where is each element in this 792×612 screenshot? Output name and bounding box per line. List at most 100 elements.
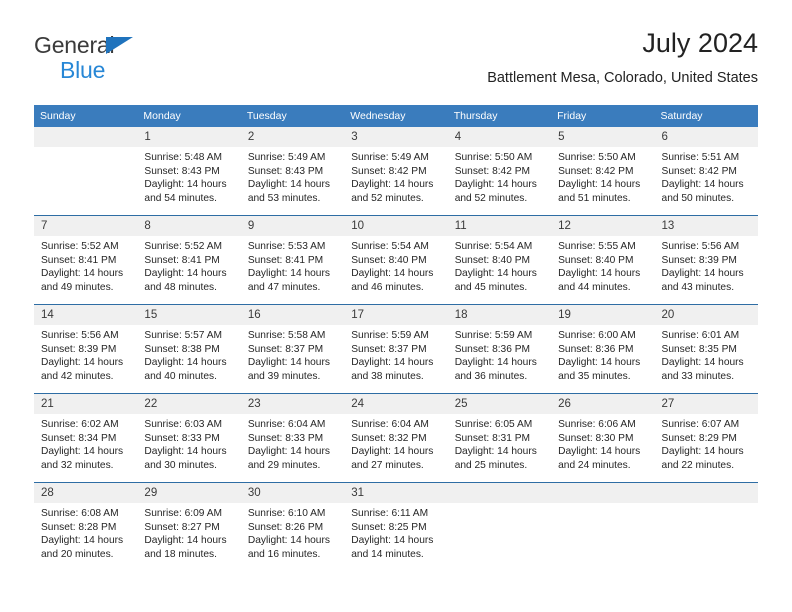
day-number: 24 [344, 394, 448, 414]
day-details: Sunrise: 6:07 AM Sunset: 8:29 PM Daylight:… [655, 414, 758, 472]
day-cell-26[interactable]: 26 Sunrise: 6:06 AM Sunset: 8:30 PM Dayligh… [551, 393, 655, 483]
day-number: 20 [654, 305, 758, 325]
sunrise-time: Sunrise: 5:50 AM [454, 152, 533, 163]
daylight-duration: Daylight: 14 hours and 36 minutes. [454, 357, 537, 382]
day-cell-23[interactable]: 23 Sunrise: 6:04 AM Sunset: 8:33 PM Dayligh… [240, 393, 345, 483]
day-cell-16[interactable]: 16 Sunrise: 5:58 AM Sunset: 8:37 PM Dayligh… [240, 304, 345, 394]
daylight-duration: Daylight: 14 hours and 29 minutes. [247, 446, 330, 471]
day-cell-11[interactable]: 11 Sunrise: 5:54 AM Sunset: 8:40 PM Dayligh… [447, 215, 552, 305]
calendar-week-row: 21 Sunrise: 6:02 AM Sunset: 8:34 PM Dayligh… [34, 393, 758, 483]
calendar-header-row: Sunday Monday Tuesday Wednesday Thursday Frid… [34, 105, 758, 127]
day-number [447, 483, 552, 503]
day-number: 13 [654, 216, 758, 236]
sunset-time: Sunset: 8:36 PM [454, 343, 531, 355]
day-cell-14[interactable]: 14 Sunrise: 5:56 AM Sunset: 8:39 PM Dayligh… [34, 304, 138, 394]
sunset-time: Sunset: 8:39 PM [661, 254, 737, 266]
day-cell-25[interactable]: 25 Sunrise: 6:05 AM Sunset: 8:31 PM Dayligh… [447, 393, 552, 483]
day-details: Sunrise: 6:00 AM Sunset: 8:36 PM Daylight:… [551, 325, 654, 383]
day-number: 9 [240, 216, 345, 236]
day-cell-18[interactable]: 18 Sunrise: 5:59 AM Sunset: 8:36 PM Dayligh… [447, 304, 552, 394]
sunset-time: Sunset: 8:42 PM [351, 165, 427, 177]
day-cell-1[interactable]: 1 Sunrise: 5:48 AM Sunset: 8:43 PM Daylight… [137, 127, 241, 216]
day-cell-17[interactable]: 17 Sunrise: 5:59 AM Sunset: 8:37 PM Dayligh… [344, 304, 448, 394]
day-number: 5 [551, 127, 655, 147]
day-details: Sunrise: 5:51 AM Sunset: 8:42 PM Daylight:… [655, 147, 758, 205]
day-cell-8[interactable]: 8 Sunrise: 5:52 AM Sunset: 8:41 PM Daylight… [137, 215, 241, 305]
weekday-header-sunday: Sunday [34, 105, 138, 127]
sunset-time: Sunset: 8:32 PM [351, 432, 427, 444]
day-details: Sunrise: 6:05 AM Sunset: 8:31 PM Daylight:… [448, 414, 551, 472]
sunset-time: Sunset: 8:40 PM [351, 254, 427, 266]
calendar-body: 1 Sunrise: 5:48 AM Sunset: 8:43 PM Daylight… [34, 127, 758, 571]
sunset-time: Sunset: 8:40 PM [558, 254, 634, 266]
day-number: 17 [344, 305, 448, 325]
weekday-header-thursday: Thursday [447, 105, 552, 127]
day-details: Sunrise: 5:52 AM Sunset: 8:41 PM Daylight:… [34, 236, 137, 294]
sunset-time: Sunset: 8:27 PM [144, 521, 220, 533]
sunset-time: Sunset: 8:42 PM [558, 165, 634, 177]
sunrise-sunset-calendar: Sunday Monday Tuesday Wednesday Thursday Frid… [34, 105, 758, 571]
day-number: 6 [654, 127, 758, 147]
day-details: Sunrise: 6:03 AM Sunset: 8:33 PM Daylight:… [137, 414, 240, 472]
day-cell-27[interactable]: 27 Sunrise: 6:07 AM Sunset: 8:29 PM Dayligh… [654, 393, 758, 483]
day-details: Sunrise: 5:55 AM Sunset: 8:40 PM Daylight:… [551, 236, 654, 294]
day-details: Sunrise: 6:06 AM Sunset: 8:30 PM Daylight:… [551, 414, 654, 472]
day-cell-2[interactable]: 2 Sunrise: 5:49 AM Sunset: 8:43 PM Daylight… [240, 127, 345, 216]
sunset-time: Sunset: 8:37 PM [247, 343, 324, 355]
day-details: Sunrise: 5:48 AM Sunset: 8:43 PM Daylight:… [137, 147, 240, 205]
day-cell-6[interactable]: 6 Sunrise: 5:51 AM Sunset: 8:42 PM Daylight… [654, 127, 758, 216]
calendar-page: General Blue July 2024 Battlement Mesa, … [0, 0, 792, 612]
day-cell-5[interactable]: 5 Sunrise: 5:50 AM Sunset: 8:42 PM Daylight… [551, 127, 655, 216]
day-cell-12[interactable]: 12 Sunrise: 5:55 AM Sunset: 8:40 PM Dayligh… [551, 215, 655, 305]
day-number: 19 [551, 305, 655, 325]
day-cell-30[interactable]: 30 Sunrise: 6:10 AM Sunset: 8:26 PM Dayligh… [240, 482, 345, 571]
day-cell-4[interactable]: 4 Sunrise: 5:50 AM Sunset: 8:42 PM Daylight… [447, 127, 552, 216]
sunrise-time: Sunrise: 5:51 AM [661, 152, 740, 163]
weekday-header-tuesday: Tuesday [240, 105, 345, 127]
day-number: 10 [344, 216, 448, 236]
day-cell-21[interactable]: 21 Sunrise: 6:02 AM Sunset: 8:34 PM Dayligh… [34, 393, 138, 483]
day-number [654, 483, 758, 503]
day-cell-29[interactable]: 29 Sunrise: 6:09 AM Sunset: 8:27 PM Dayligh… [137, 482, 241, 571]
day-details: Sunrise: 6:02 AM Sunset: 8:34 PM Daylight:… [34, 414, 137, 472]
daylight-duration: Daylight: 14 hours and 27 minutes. [351, 446, 434, 471]
sunrise-time: Sunrise: 5:59 AM [454, 330, 533, 341]
day-details: Sunrise: 5:52 AM Sunset: 8:41 PM Daylight:… [137, 236, 240, 294]
sunrise-time: Sunrise: 5:53 AM [247, 241, 326, 252]
sunrise-time: Sunrise: 5:49 AM [247, 152, 326, 163]
day-cell-20[interactable]: 20 Sunrise: 6:01 AM Sunset: 8:35 PM Dayligh… [654, 304, 758, 394]
day-details: Sunrise: 5:56 AM Sunset: 8:39 PM Daylight:… [34, 325, 137, 383]
day-cell-10[interactable]: 10 Sunrise: 5:54 AM Sunset: 8:40 PM Dayligh… [344, 215, 448, 305]
day-number: 25 [447, 394, 552, 414]
sunrise-time: Sunrise: 5:52 AM [41, 241, 119, 252]
sunrise-time: Sunrise: 6:05 AM [454, 419, 533, 430]
sunset-time: Sunset: 8:41 PM [247, 254, 324, 266]
day-cell-19[interactable]: 19 Sunrise: 6:00 AM Sunset: 8:36 PM Dayligh… [551, 304, 655, 394]
day-cell-22[interactable]: 22 Sunrise: 6:03 AM Sunset: 8:33 PM Dayligh… [137, 393, 241, 483]
sunset-time: Sunset: 8:43 PM [247, 165, 324, 177]
day-cell-3[interactable]: 3 Sunrise: 5:49 AM Sunset: 8:42 PM Daylight… [344, 127, 448, 216]
day-cell-13[interactable]: 13 Sunrise: 5:56 AM Sunset: 8:39 PM Dayligh… [654, 215, 758, 305]
triangle-icon [106, 37, 133, 54]
day-cell-28[interactable]: 28 Sunrise: 6:08 AM Sunset: 8:28 PM Dayligh… [34, 482, 138, 571]
day-number: 2 [240, 127, 345, 147]
day-cell-empty [447, 482, 552, 571]
day-cell-31[interactable]: 31 Sunrise: 6:11 AM Sunset: 8:25 PM Dayligh… [344, 482, 448, 571]
sunrise-time: Sunrise: 6:10 AM [247, 508, 326, 519]
sunset-time: Sunset: 8:31 PM [454, 432, 531, 444]
day-number: 11 [447, 216, 552, 236]
sunset-time: Sunset: 8:34 PM [41, 432, 117, 444]
calendar-week-row: 7 Sunrise: 5:52 AM Sunset: 8:41 PM Daylight… [34, 215, 758, 305]
sunset-time: Sunset: 8:33 PM [247, 432, 324, 444]
page-header: General Blue July 2024 Battlement Mesa, … [34, 26, 758, 98]
day-cell-9[interactable]: 9 Sunrise: 5:53 AM Sunset: 8:41 PM Daylight… [240, 215, 345, 305]
day-details: Sunrise: 5:58 AM Sunset: 8:37 PM Daylight:… [241, 325, 344, 383]
sunrise-time: Sunrise: 6:02 AM [41, 419, 119, 430]
sunrise-time: Sunrise: 6:08 AM [41, 508, 119, 519]
day-cell-24[interactable]: 24 Sunrise: 6:04 AM Sunset: 8:32 PM Dayligh… [344, 393, 448, 483]
day-cell-15[interactable]: 15 Sunrise: 5:57 AM Sunset: 8:38 PM Dayligh… [137, 304, 241, 394]
weekday-header-wednesday: Wednesday [344, 105, 448, 127]
sunset-time: Sunset: 8:35 PM [661, 343, 737, 355]
day-cell-7[interactable]: 7 Sunrise: 5:52 AM Sunset: 8:41 PM Daylight… [34, 215, 138, 305]
sunrise-time: Sunrise: 6:04 AM [351, 419, 429, 430]
